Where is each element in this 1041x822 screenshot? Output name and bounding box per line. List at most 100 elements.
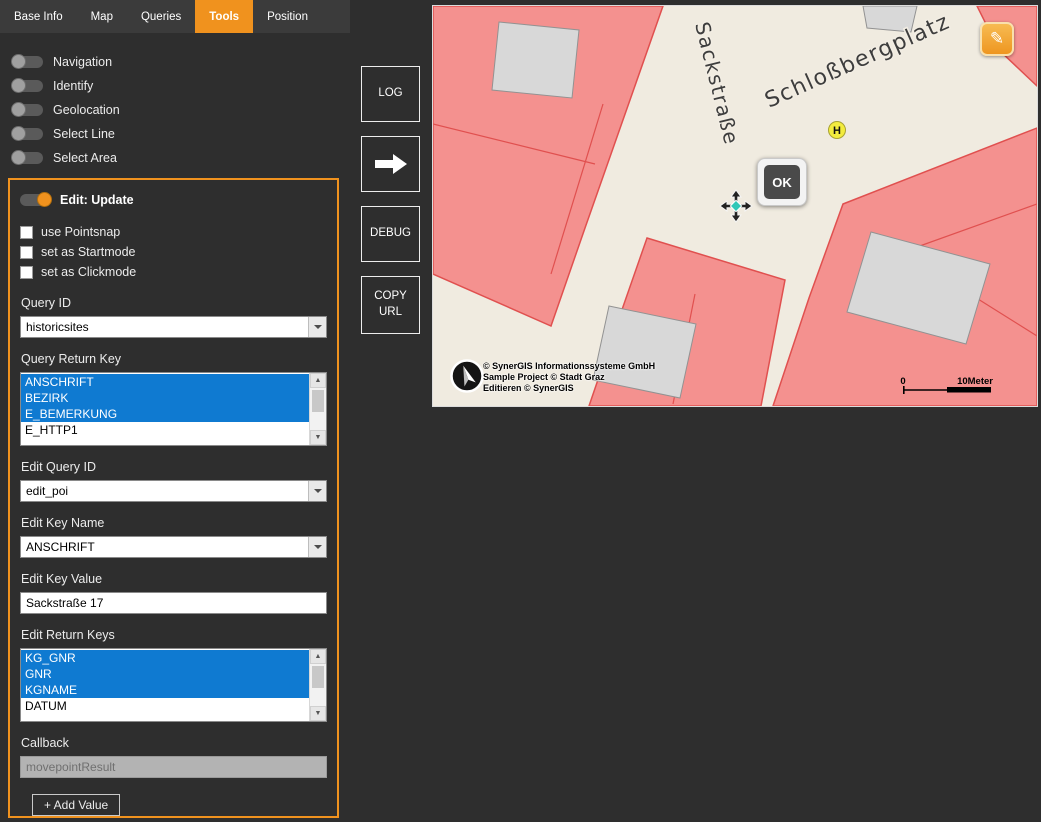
toggle-knob xyxy=(37,192,52,207)
list-item[interactable]: E_BEMERKUNG xyxy=(21,406,310,422)
scrollbar[interactable]: ▲ ▼ xyxy=(309,373,326,445)
scale-segment xyxy=(947,387,991,393)
edit-query-id-label: Edit Query ID xyxy=(21,460,327,475)
edit-update-toggle[interactable]: Edit: Update xyxy=(20,190,327,210)
forward-arrow-icon xyxy=(375,153,407,175)
scale-start-label: 0 xyxy=(900,376,905,387)
tab-tools[interactable]: Tools xyxy=(195,0,253,33)
ok-button-label: OK xyxy=(764,165,800,199)
sidebar: Navigation Identify Geolocation Select L… xyxy=(0,33,350,822)
toggle-knob xyxy=(11,54,26,69)
toggle-knob xyxy=(11,126,26,141)
scrollbar-thumb[interactable] xyxy=(312,390,324,412)
edit-query-id-select[interactable]: edit_poi xyxy=(20,480,327,502)
callback-label: Callback xyxy=(21,736,327,751)
debug-button[interactable]: DEBUG xyxy=(361,206,420,262)
tab-position[interactable]: Position xyxy=(253,0,322,33)
toggle-label: Select Line xyxy=(53,127,115,141)
list-item[interactable]: KG_GNR xyxy=(21,650,310,666)
callback-input xyxy=(20,756,327,778)
tab-bar: Base Info Map Queries Tools Position xyxy=(0,0,350,33)
edit-return-keys-label: Edit Return Keys xyxy=(21,628,327,643)
toggle-switch-icon[interactable] xyxy=(13,128,43,140)
north-arrow-compass-icon xyxy=(452,361,483,392)
add-value-button[interactable]: + Add Value xyxy=(32,794,120,816)
log-button[interactable]: LOG xyxy=(361,66,420,122)
listbox-items: ANSCHRIFT BEZIRK E_BEMERKUNG E_HTTP1 xyxy=(21,374,310,438)
panel-title: Edit: Update xyxy=(60,193,134,207)
scrollbar-thumb[interactable] xyxy=(312,666,324,688)
checkbox-icon[interactable] xyxy=(20,266,33,279)
toggle-identify[interactable]: Identify xyxy=(0,74,350,98)
map-edit-tool-button[interactable]: ✎ xyxy=(980,22,1014,56)
scroll-up-icon[interactable]: ▲ xyxy=(310,649,326,664)
checkbox-label: set as Clickmode xyxy=(41,265,136,279)
checkbox-set-as-startmode[interactable]: set as Startmode xyxy=(20,242,327,262)
list-item[interactable]: ANSCHRIFT xyxy=(21,374,310,390)
listbox-items: KG_GNR GNR KGNAME DATUM xyxy=(21,650,310,714)
toggle-switch-icon[interactable] xyxy=(13,56,43,68)
checkbox-set-as-clickmode[interactable]: set as Clickmode xyxy=(20,262,327,282)
copy-url-button[interactable]: COPY URL xyxy=(361,276,420,334)
toggle-select-line[interactable]: Select Line xyxy=(0,122,350,146)
list-item[interactable]: BEZIRK xyxy=(21,390,310,406)
list-item[interactable]: GNR xyxy=(21,666,310,682)
toggle-label: Identify xyxy=(53,79,93,93)
chevron-down-icon[interactable] xyxy=(308,481,326,501)
edit-key-name-select[interactable]: ANSCHRIFT xyxy=(20,536,327,558)
query-return-key-listbox[interactable]: ANSCHRIFT BEZIRK E_BEMERKUNG E_HTTP1 ▲ ▼ xyxy=(20,372,327,446)
checkbox-icon[interactable] xyxy=(20,226,33,239)
checkbox-label: set as Startmode xyxy=(41,245,136,259)
edit-query-id-value: edit_poi xyxy=(21,481,308,501)
edit-checkbox-group: use Pointsnap set as Startmode set as Cl… xyxy=(20,222,327,282)
scrollbar[interactable]: ▲ ▼ xyxy=(309,649,326,721)
scroll-down-icon[interactable]: ▼ xyxy=(310,430,326,445)
checkbox-use-pointsnap[interactable]: use Pointsnap xyxy=(20,222,327,242)
toggle-label: Navigation xyxy=(53,55,112,69)
list-item[interactable]: DATUM xyxy=(21,698,310,714)
tab-queries[interactable]: Queries xyxy=(127,0,195,33)
toggle-switch-icon[interactable] xyxy=(13,104,43,116)
attribution-line: © SynerGIS Informationssysteme GmbH xyxy=(483,361,655,372)
toggle-geolocation[interactable]: Geolocation xyxy=(0,98,350,122)
edit-pen-icon: ✎ xyxy=(990,29,1004,49)
scale-end-label: 10Meter xyxy=(957,376,993,387)
toggle-switch-icon[interactable] xyxy=(13,152,43,164)
tab-map[interactable]: Map xyxy=(77,0,127,33)
toggle-switch-icon[interactable] xyxy=(13,80,43,92)
toggle-navigation[interactable]: Navigation xyxy=(0,50,350,74)
app-root: Base Info Map Queries Tools Position Nav… xyxy=(0,0,1041,822)
toggle-knob xyxy=(11,102,26,117)
attribution-line: Sample Project © Stadt Graz xyxy=(483,372,655,383)
chevron-down-icon[interactable] xyxy=(308,317,326,337)
toggle-knob xyxy=(11,150,26,165)
edit-key-name-label: Edit Key Name xyxy=(21,516,327,531)
forward-arrow-button[interactable] xyxy=(361,136,420,192)
attribution-line: Editieren © SynerGIS xyxy=(483,383,655,394)
checkbox-icon[interactable] xyxy=(20,246,33,259)
toggle-label: Select Area xyxy=(53,151,117,165)
query-id-select[interactable]: historicsites xyxy=(20,316,327,338)
toggle-select-area[interactable]: Select Area xyxy=(0,146,350,170)
toggle-switch-icon[interactable] xyxy=(20,194,50,206)
edit-key-value-label: Edit Key Value xyxy=(21,572,327,587)
query-id-label: Query ID xyxy=(21,296,327,311)
query-id-value: historicsites xyxy=(21,317,308,337)
list-item[interactable]: KGNAME xyxy=(21,682,310,698)
edit-key-name-value: ANSCHRIFT xyxy=(21,537,308,557)
tab-base-info[interactable]: Base Info xyxy=(0,0,77,33)
scale-tick xyxy=(903,386,905,394)
map-canvas[interactable]: Sackstraße Schloßbergplatz H xyxy=(433,6,1037,406)
edit-return-keys-listbox[interactable]: KG_GNR GNR KGNAME DATUM ▲ ▼ xyxy=(20,648,327,722)
edit-key-value-input[interactable] xyxy=(20,592,327,614)
list-item[interactable]: E_HTTP1 xyxy=(21,422,310,438)
scroll-up-icon[interactable]: ▲ xyxy=(310,373,326,388)
edit-update-panel: Edit: Update use Pointsnap set as Startm… xyxy=(8,178,339,818)
ok-overlay-button[interactable]: OK xyxy=(757,158,807,206)
scroll-down-icon[interactable]: ▼ xyxy=(310,706,326,721)
h-station-marker: H xyxy=(829,122,846,139)
toggle-label: Geolocation xyxy=(53,103,120,117)
toggle-knob xyxy=(11,78,26,93)
chevron-down-icon[interactable] xyxy=(308,537,326,557)
checkbox-label: use Pointsnap xyxy=(41,225,120,239)
